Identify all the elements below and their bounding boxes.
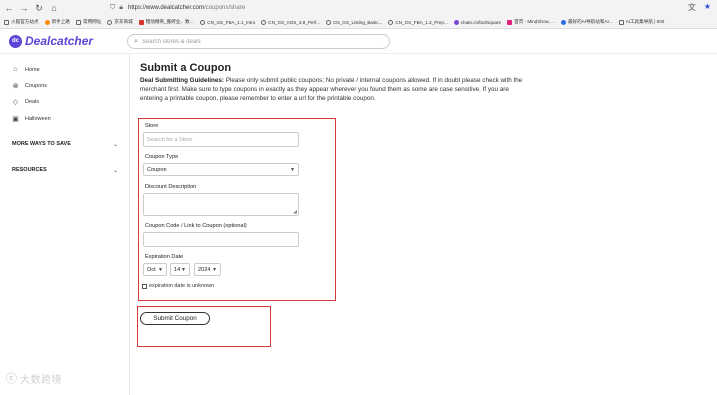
home-icon[interactable]: ⌂	[48, 2, 60, 14]
sidebar-section-more-ways[interactable]: MORE WAYS TO SAVE ⌄	[12, 141, 118, 148]
purple-circle-icon	[453, 19, 459, 25]
chevron-down-icon: ⌄	[112, 142, 118, 148]
red-square-icon	[138, 19, 144, 25]
bookmark-item[interactable]: 首页 - MindShow, ...	[507, 19, 555, 25]
globe-icon	[261, 19, 267, 25]
exp-day-select[interactable]: 14 ▼	[170, 263, 190, 276]
expiration-label: Expiration Date	[145, 254, 184, 260]
chevron-down-icon: ▼	[158, 266, 163, 273]
blue-circle-icon	[560, 19, 566, 25]
url-path: /coupons/share	[204, 5, 246, 11]
guidelines-text: Deal Submitting Guidelines: Please only …	[140, 76, 532, 104]
site-header: dc Dealcatcher ⌕	[0, 29, 717, 54]
sidebar-item-home[interactable]: ⌂ Home	[12, 66, 39, 73]
bookmark-star-icon[interactable]: ★	[704, 2, 711, 13]
folder-icon	[4, 19, 9, 25]
bookmark-item[interactable]: CN_GS_Listing_Basic...	[326, 19, 382, 25]
browser-address-bar: ← → ↻ ⌂ ⛉ 🔒︎ https://www.dealcatcher.com…	[0, 0, 717, 16]
reload-icon[interactable]: ↻	[33, 2, 45, 14]
bookmark-item[interactable]: 火狐官方站点	[4, 19, 39, 25]
bookmark-item[interactable]: CN_GS_FBA_1.1_Intro	[200, 19, 255, 25]
page-title: Submit a Coupon	[140, 62, 232, 74]
bookmark-item[interactable]: 粗动精英_搬砖业、数…	[138, 19, 194, 25]
submit-coupon-button[interactable]: Submit Coupon	[140, 312, 210, 325]
search-icon: ⌕	[134, 37, 138, 45]
expiration-unknown-checkbox[interactable]	[142, 283, 147, 289]
sidebar-item-coupons[interactable]: ⊗ Coupons	[12, 82, 47, 90]
sidebar: ⌂ Home ⊗ Coupons ◇ Deals ▣ Halloween MOR…	[0, 54, 130, 395]
url-field[interactable]: ⛉ 🔒︎ https://www.dealcatcher.com/coupons…	[110, 2, 245, 14]
discount-description-label: Discount Description	[145, 184, 197, 190]
sidebar-section-resources[interactable]: RESOURCES ⌄	[12, 167, 118, 174]
ai-icon	[618, 19, 624, 25]
coupon-type-label: Coupon Type	[145, 154, 179, 160]
store-label: Store	[145, 123, 159, 129]
coupon-code-input[interactable]	[143, 232, 299, 247]
site-logo[interactable]: dc Dealcatcher	[9, 34, 93, 48]
logo-mark: dc	[9, 34, 22, 48]
chevron-down-icon: ▼	[290, 166, 295, 173]
bookmark-item[interactable]: 常用网址	[75, 19, 101, 25]
watermark-logo-icon: ⓒ	[6, 373, 17, 385]
expiration-unknown-label: expiration date is unknown	[149, 283, 215, 289]
bookmark-item[interactable]: 京东商城	[107, 19, 133, 25]
shield-icon: ⛉	[110, 4, 116, 11]
tag-icon: ◇	[12, 98, 19, 106]
coupon-code-label: Coupon Code / Link to Coupon (optional)	[145, 223, 247, 229]
globe-icon	[107, 19, 113, 25]
chevron-down-icon: ⌄	[112, 168, 118, 174]
globe-icon	[200, 19, 206, 25]
globe-icon	[326, 19, 332, 25]
bookmark-item[interactable]: 最好的AI导航站和AI...	[560, 19, 613, 25]
coupon-icon: ⊗	[12, 82, 19, 90]
exp-month-select[interactable]: Oct ▼	[143, 263, 167, 276]
bookmark-item[interactable]: chato.cn/bot/square	[453, 19, 501, 25]
logo-text: Dealcatcher	[25, 34, 94, 48]
bookmark-item[interactable]: CN_GS_AGS_3.8_Perf...	[261, 19, 320, 25]
sidebar-item-deals[interactable]: ◇ Deals	[12, 98, 39, 106]
folder-icon	[75, 19, 81, 25]
bookmark-item[interactable]: 新手上路	[44, 19, 70, 25]
search-input[interactable]	[141, 38, 382, 45]
calendar-icon: ▣	[12, 115, 19, 123]
expiration-unknown-row[interactable]: expiration date is unknown	[142, 283, 214, 289]
bookmark-item[interactable]: CN_GS_FBA_1.2_Prep...	[388, 19, 448, 25]
url-host: https://www.dealcatcher.com	[127, 5, 205, 11]
firefox-icon	[44, 19, 50, 25]
chevron-down-icon: ▼	[212, 266, 217, 273]
lock-icon: 🔒︎	[119, 4, 123, 11]
exp-year-select[interactable]: 2024 ▼	[194, 263, 221, 276]
coupon-type-select[interactable]: Coupon ▼	[143, 163, 299, 176]
chevron-down-icon: ▼	[181, 266, 186, 273]
discount-description-textarea[interactable]: ◢	[143, 193, 299, 216]
forward-icon[interactable]: →	[18, 2, 30, 14]
globe-icon	[388, 19, 394, 25]
home-icon: ⌂	[13, 66, 18, 73]
resize-grip-icon[interactable]: ◢	[293, 209, 297, 215]
bookmarks-bar: 火狐官方站点 新手上路 常用网址 京东商城 粗动精英_搬砖业、数… CN_GS_…	[0, 16, 717, 29]
watermark-text: 大数跨境	[20, 374, 62, 386]
search-box: ⌕	[127, 34, 390, 49]
sidebar-item-halloween[interactable]: ▣ Halloween	[12, 115, 51, 123]
back-icon[interactable]: ←	[3, 2, 15, 14]
watermark: ⓒ 大数跨境	[6, 370, 62, 386]
translate-icon[interactable]: 文	[688, 2, 696, 13]
guidelines-lead: Deal Submitting Guidelines:	[140, 77, 224, 84]
bookmark-item[interactable]: AI工具集导航 | 500	[618, 19, 664, 25]
pink-square-icon	[507, 19, 513, 25]
store-input[interactable]	[143, 132, 299, 147]
